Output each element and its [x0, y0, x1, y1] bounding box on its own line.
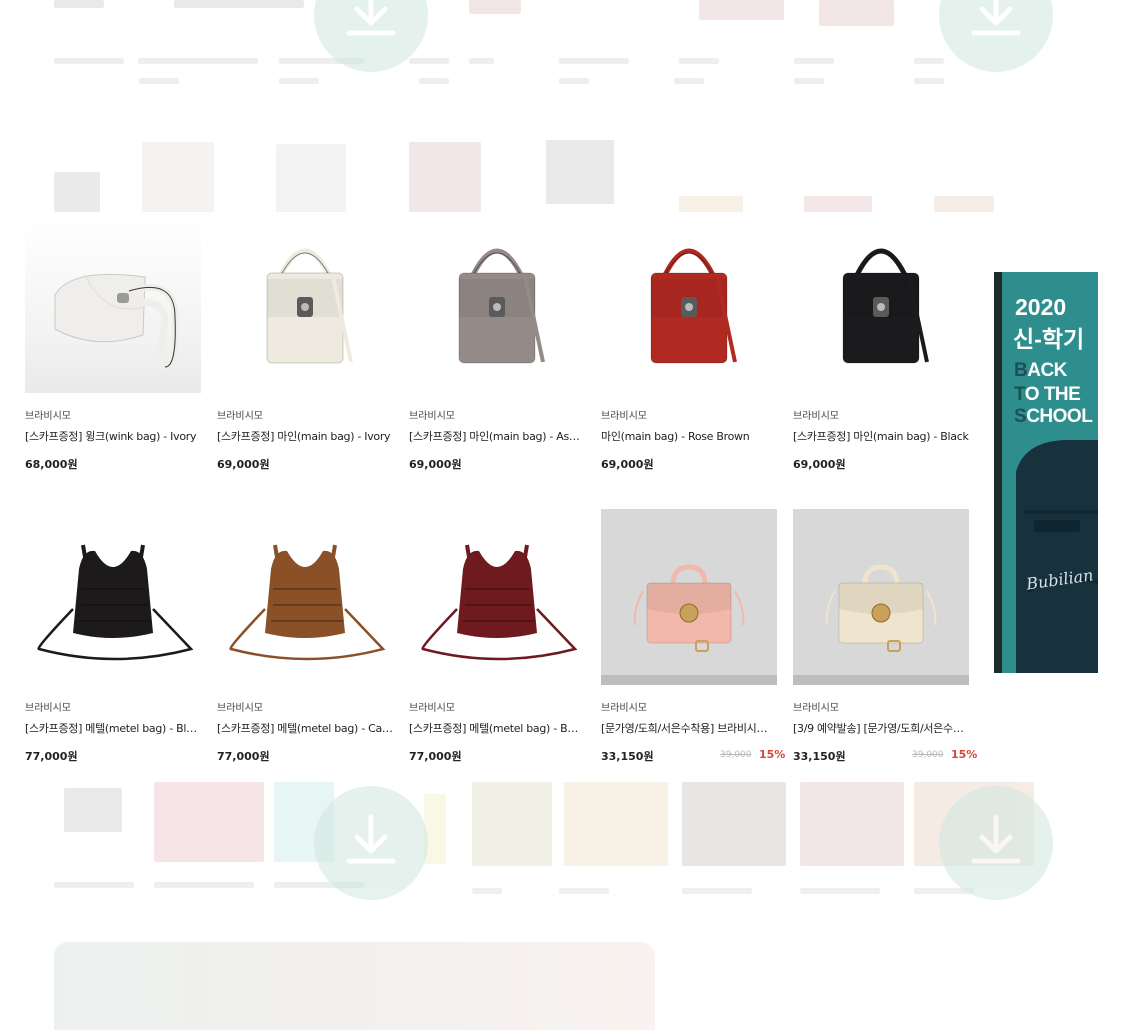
download-icon: [314, 786, 428, 900]
discount-badge: 15%: [951, 748, 978, 761]
product-card[interactable]: 브라비시모 [3/9 예약발송] [문가영/도희/서은수착… 33,150원 39,0…: [793, 509, 977, 769]
product-image[interactable]: [25, 509, 201, 685]
side-ad-banner[interactable]: 2020 신-학기 BACK TO THE SCHOOL Bubilian: [994, 272, 1098, 673]
product-name[interactable]: [스카프증정] 마인(main bag) - Ivory: [217, 428, 393, 444]
product-name[interactable]: [스카프증정] 메텔(metel bag) - Black: [25, 720, 201, 736]
product-image[interactable]: [793, 217, 969, 393]
download-icon: [939, 0, 1053, 72]
product-card[interactable]: 브라비시모 [스카프증정] 윙크(wink bag) - Ivory 68,000원: [25, 217, 201, 477]
product-image[interactable]: [601, 217, 777, 393]
product-price: 68,000원: [25, 458, 78, 471]
product-name[interactable]: [스카프증정] 마인(main bag) - Black: [793, 428, 969, 444]
backpack-image: [1016, 440, 1098, 673]
product-image[interactable]: [217, 217, 393, 393]
product-name[interactable]: [스카프증정] 마인(main bag) - Ash …: [409, 428, 585, 444]
product-name[interactable]: [3/9 예약발송] [문가영/도희/서은수착…: [793, 720, 969, 736]
product-price: 77,000원: [409, 750, 462, 763]
product-brand[interactable]: 브라비시모: [793, 699, 839, 714]
product-price: 69,000원: [217, 458, 270, 471]
product-card[interactable]: 브라비시모 [스카프증정] 메텔(metel bag) - Burg… 77,000…: [409, 509, 585, 769]
product-brand[interactable]: 브라비시모: [409, 407, 455, 422]
original-price: 39,000: [720, 750, 752, 760]
product-brand[interactable]: 브라비시모: [25, 699, 71, 714]
product-name[interactable]: 마인(main bag) - Rose Brown: [601, 428, 777, 444]
download-icon: [939, 786, 1053, 900]
product-image[interactable]: [409, 217, 585, 393]
product-card[interactable]: 브라비시모 [스카프증정] 마인(main bag) - Ash … 69,000원: [409, 217, 585, 477]
product-price: 33,150원: [793, 750, 846, 763]
product-name[interactable]: [문가영/도희/서은수착용] 브라비시모 …: [601, 720, 777, 736]
faded-promo-banner: [54, 942, 655, 1030]
download-icon: [314, 0, 428, 72]
product-price: 33,150원: [601, 750, 654, 763]
faded-bottom-product-row: [54, 782, 1071, 912]
product-brand[interactable]: 브라비시모: [601, 699, 647, 714]
product-brand[interactable]: 브라비시모: [409, 699, 455, 714]
product-card[interactable]: 브라비시모마인(main bag) - Rose Brown 69,000원: [601, 217, 777, 477]
product-brand[interactable]: 브라비시모: [217, 699, 263, 714]
product-price: 77,000원: [217, 750, 270, 763]
faded-top-product-row: [54, 0, 1071, 90]
product-price: 69,000원: [601, 458, 654, 471]
product-card[interactable]: 브라비시모 [스카프증정] 메텔(metel bag) - Cara… 77,000…: [217, 509, 393, 769]
product-price: 69,000원: [409, 458, 462, 471]
product-card[interactable]: 브라비시모 [스카프증정] 메텔(metel bag) - Black 77,000…: [25, 509, 201, 769]
product-image[interactable]: [793, 509, 969, 685]
product-image[interactable]: [601, 509, 777, 685]
faded-second-product-row: [54, 120, 1071, 212]
product-brand[interactable]: 브라비시모: [601, 407, 647, 422]
product-card[interactable]: 브라비시모 [문가영/도희/서은수착용] 브라비시모 … 33,150원 39,000…: [601, 509, 785, 769]
product-image[interactable]: [409, 509, 585, 685]
product-image[interactable]: [217, 509, 393, 685]
product-name[interactable]: [스카프증정] 윙크(wink bag) - Ivory: [25, 428, 201, 444]
product-brand[interactable]: 브라비시모: [793, 407, 839, 422]
product-card[interactable]: 브라비시모 [스카프증정] 마인(main bag) - Black 69,000원: [793, 217, 969, 477]
product-name[interactable]: [스카프증정] 메텔(metel bag) - Burg…: [409, 720, 585, 736]
product-brand[interactable]: 브라비시모: [25, 407, 71, 422]
original-price: 39,000: [912, 750, 944, 760]
product-image[interactable]: [25, 217, 201, 393]
product-price: 77,000원: [25, 750, 78, 763]
product-card[interactable]: 브라비시모 [스카프증정] 마인(main bag) - Ivory 69,000원: [217, 217, 393, 477]
discount-badge: 15%: [759, 748, 786, 761]
product-name[interactable]: [스카프증정] 메텔(metel bag) - Cara…: [217, 720, 393, 736]
product-price: 69,000원: [793, 458, 846, 471]
product-brand[interactable]: 브라비시모: [217, 407, 263, 422]
